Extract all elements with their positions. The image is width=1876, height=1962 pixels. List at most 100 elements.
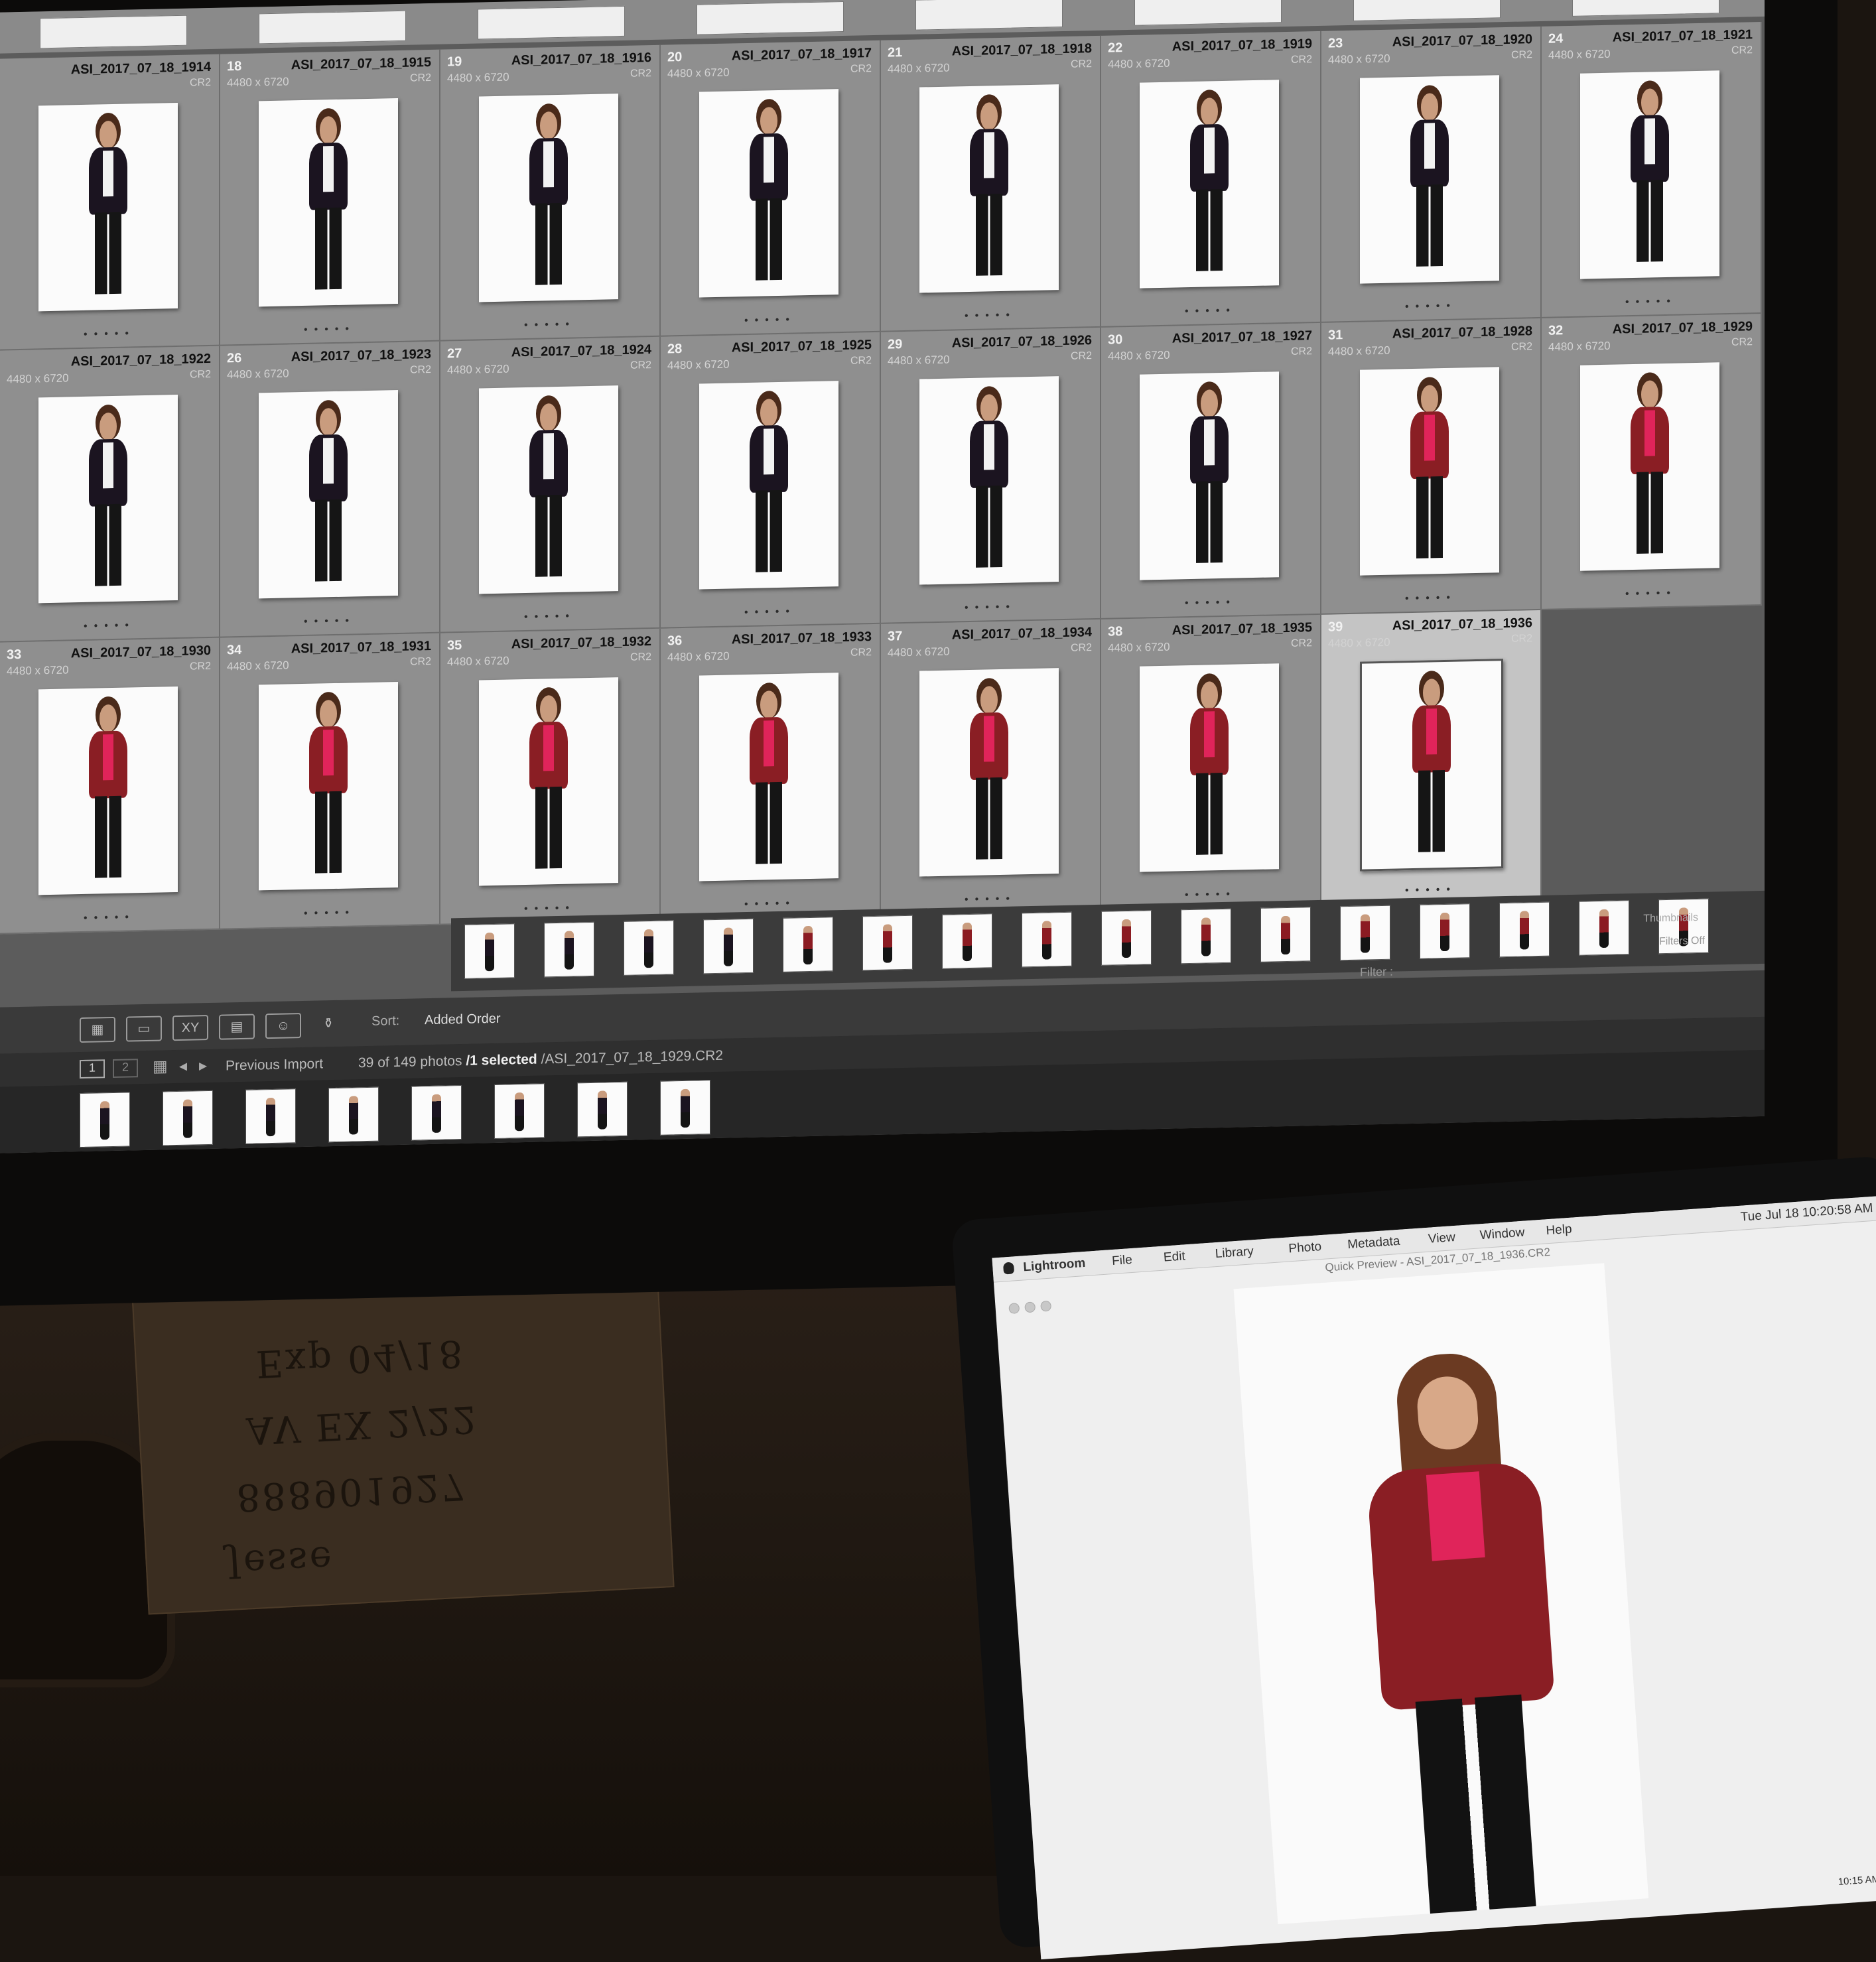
photo-thumbnail[interactable] xyxy=(1140,80,1279,289)
photo-thumbnail[interactable] xyxy=(1580,362,1719,571)
grid-cell[interactable]: 21 ASI_2017_07_18_1918 4480 x 6720 CR2 ••••• xyxy=(881,35,1101,332)
grid-cell[interactable]: 26 ASI_2017_07_18_1923 4480 x 6720 CR2 ••••• xyxy=(220,341,440,638)
people-view-icon[interactable]: ☺ xyxy=(265,1013,301,1039)
top-strip-thumbnail[interactable] xyxy=(1572,0,1719,17)
photo-thumbnail[interactable] xyxy=(1140,663,1279,872)
grid-cell[interactable]: ASI_2017_07_18_1922 4480 x 6720 CR2 ••••• xyxy=(0,346,220,643)
menu-view[interactable]: View xyxy=(1428,1230,1455,1247)
menu-edit[interactable]: Edit xyxy=(1163,1249,1185,1265)
photo-thumbnail[interactable] xyxy=(259,98,398,307)
rating-dots[interactable]: ••••• xyxy=(881,308,1100,324)
filmstrip-thumbnail[interactable] xyxy=(1420,903,1470,959)
grid-small-icon[interactable]: ▦ xyxy=(153,1057,168,1076)
menu-help[interactable]: Help xyxy=(1546,1222,1573,1239)
filmstrip-thumbnail[interactable] xyxy=(1260,907,1311,962)
top-strip-thumbnail[interactable] xyxy=(915,0,1063,31)
photo-thumbnail[interactable] xyxy=(1360,367,1499,576)
loupe-view-icon[interactable]: ▭ xyxy=(126,1015,162,1042)
grid-cell[interactable]: 20 ASI_2017_07_18_1917 4480 x 6720 CR2 ••••• xyxy=(661,40,881,337)
filmstrip-thumbnail[interactable] xyxy=(624,920,674,976)
grid-cell[interactable]: 33 ASI_2017_07_18_1930 4480 x 6720 CR2 ••••• xyxy=(0,637,220,935)
grid-view-icon[interactable]: ▦ xyxy=(80,1016,115,1043)
grid-cell[interactable]: ASI_2017_07_18_1914 CR2 ••••• xyxy=(0,54,220,351)
rating-dots[interactable]: ••••• xyxy=(220,905,439,922)
rating-dots[interactable]: ••••• xyxy=(220,322,439,338)
menubar-clock[interactable]: Tue Jul 18 10:20:58 AM xyxy=(1740,1201,1873,1225)
rating-dots[interactable]: ••••• xyxy=(1101,303,1320,320)
rating-dots[interactable]: ••••• xyxy=(1321,298,1540,315)
filmstrip-thumbnail[interactable] xyxy=(703,918,754,974)
photo-thumbnail[interactable] xyxy=(38,686,178,895)
top-strip-thumbnail[interactable] xyxy=(478,5,625,40)
sort-dropdown[interactable]: Added Order xyxy=(425,1012,501,1028)
photo-thumbnail[interactable] xyxy=(479,677,618,886)
grid-cell[interactable]: 35 ASI_2017_07_18_1932 4480 x 6720 CR2 ••••• xyxy=(440,628,661,925)
grid-cell[interactable]: 28 ASI_2017_07_18_1925 4480 x 6720 CR2 ••••• xyxy=(661,332,881,629)
close-icon[interactable] xyxy=(1008,1302,1020,1315)
photo-thumbnail[interactable] xyxy=(1140,371,1279,580)
filmstrip-thumbnail[interactable] xyxy=(577,1081,628,1138)
menu-photo[interactable]: Photo xyxy=(1288,1240,1322,1256)
grid-cell[interactable]: 22 ASI_2017_07_18_1919 4480 x 6720 CR2 ••••• xyxy=(1101,31,1321,328)
photo-thumbnail[interactable] xyxy=(1360,75,1499,284)
grid-cell[interactable]: 29 ASI_2017_07_18_1926 4480 x 6720 CR2 ••••• xyxy=(881,327,1101,624)
photo-thumbnail[interactable] xyxy=(479,94,618,302)
menu-window[interactable]: Window xyxy=(1479,1226,1525,1244)
zoom-icon[interactable] xyxy=(1040,1300,1052,1312)
page-1-button[interactable]: 1 xyxy=(80,1059,105,1079)
top-strip-thumbnail[interactable] xyxy=(697,1,844,35)
photo-thumbnail[interactable] xyxy=(38,394,178,604)
filmstrip-thumbnail[interactable] xyxy=(544,921,594,978)
grid-cell[interactable]: 30 ASI_2017_07_18_1927 4480 x 6720 CR2 ••••• xyxy=(1101,322,1321,620)
photo-thumbnail[interactable] xyxy=(919,668,1059,877)
photo-thumbnail[interactable] xyxy=(1360,659,1503,872)
photo-thumbnail[interactable] xyxy=(1580,70,1719,279)
rating-dots[interactable]: ••••• xyxy=(0,618,219,635)
photo-thumbnail[interactable] xyxy=(38,102,178,312)
grid-cell[interactable]: 36 ASI_2017_07_18_1933 4480 x 6720 CR2 ••••• xyxy=(661,623,881,921)
filmstrip-thumbnail[interactable] xyxy=(328,1086,379,1143)
thumbnails-slider-label[interactable]: Thumbnails xyxy=(1643,912,1698,925)
top-strip-thumbnail[interactable] xyxy=(259,10,406,44)
photo-thumbnail[interactable] xyxy=(699,673,838,882)
grid-cell[interactable]: 39 ASI_2017_07_18_1936 4480 x 6720 CR2 ••••• xyxy=(1321,610,1542,907)
filmstrip-thumbnail[interactable] xyxy=(1022,911,1072,968)
filmstrip-thumbnail[interactable] xyxy=(245,1088,296,1144)
survey-view-icon[interactable]: ▤ xyxy=(219,1014,255,1040)
source-label[interactable]: Previous Import xyxy=(226,1056,323,1074)
rating-dots[interactable]: ••••• xyxy=(661,312,880,329)
top-strip-thumbnail[interactable] xyxy=(40,15,187,49)
photo-thumbnail[interactable] xyxy=(699,89,838,298)
grid-cell[interactable]: 38 ASI_2017_07_18_1935 4480 x 6720 CR2 ••••• xyxy=(1101,614,1321,911)
filmstrip-thumbnail[interactable] xyxy=(660,1080,710,1136)
spray-can-icon[interactable]: ⚱ xyxy=(312,1012,345,1035)
top-strip-thumbnail[interactable] xyxy=(1134,0,1282,26)
photo-thumbnail[interactable] xyxy=(699,381,838,590)
compare-view-icon[interactable]: XY xyxy=(172,1015,208,1041)
top-strip-thumbnail[interactable] xyxy=(1353,0,1501,21)
grid-cell[interactable]: 23 ASI_2017_07_18_1920 4480 x 6720 CR2 ••••• xyxy=(1321,26,1542,323)
grid-cell[interactable]: 24 ASI_2017_07_18_1921 4480 x 6720 CR2 ••••• xyxy=(1542,21,1762,318)
filmstrip-thumbnail[interactable] xyxy=(1499,901,1550,958)
filmstrip-thumbnail[interactable] xyxy=(942,913,992,969)
forward-arrow-icon[interactable]: ▸ xyxy=(199,1056,207,1075)
filmstrip-thumbnail[interactable] xyxy=(494,1083,545,1139)
menu-metadata[interactable]: Metadata xyxy=(1347,1234,1401,1252)
rating-dots[interactable]: ••••• xyxy=(1542,294,1761,310)
photo-thumbnail[interactable] xyxy=(919,376,1059,585)
grid-cell[interactable]: 18 ASI_2017_07_18_1915 4480 x 6720 CR2 ••••• xyxy=(220,49,440,346)
filmstrip-thumbnail[interactable] xyxy=(1101,910,1152,966)
filmstrip-thumbnail[interactable] xyxy=(862,915,913,971)
grid-cell[interactable]: 37 ASI_2017_07_18_1934 4480 x 6720 CR2 ••••• xyxy=(881,619,1101,916)
filmstrip-thumbnail[interactable] xyxy=(464,923,515,979)
filmstrip-thumbnail[interactable] xyxy=(1340,905,1390,961)
filters-off-dropdown[interactable]: Filters Off xyxy=(1659,935,1705,948)
filmstrip-thumbnail[interactable] xyxy=(80,1092,130,1148)
menu-library[interactable]: Library xyxy=(1215,1244,1254,1262)
rating-dots[interactable]: ••••• xyxy=(0,326,219,343)
rating-dots[interactable]: ••••• xyxy=(0,910,219,927)
grid-cell[interactable]: 34 ASI_2017_07_18_1931 4480 x 6720 CR2 ••••• xyxy=(220,633,440,930)
rating-dots[interactable]: ••••• xyxy=(1542,586,1761,602)
rating-dots[interactable]: ••••• xyxy=(1321,590,1540,607)
grid-cell[interactable]: 27 ASI_2017_07_18_1924 4480 x 6720 CR2 ••••• xyxy=(440,336,661,633)
